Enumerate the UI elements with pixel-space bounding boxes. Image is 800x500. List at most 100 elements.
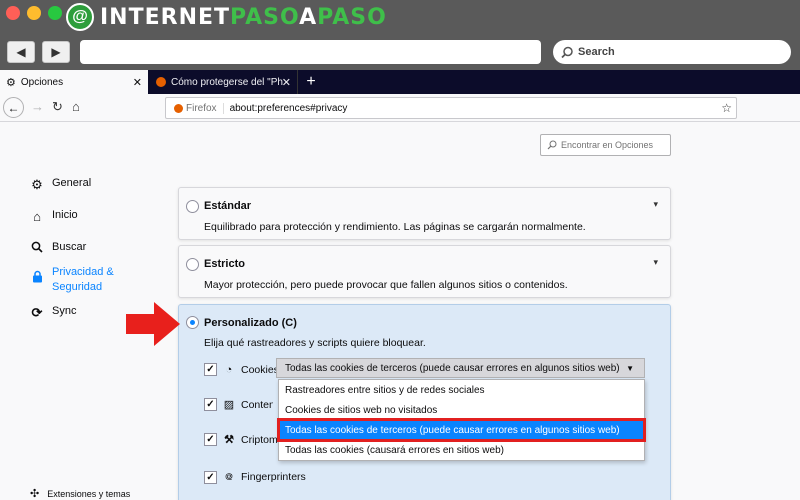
sidebar-item-extensiones[interactable]: ✣ Extensiones y temas (30, 487, 130, 500)
checkbox-row-cookies[interactable]: ✓ ◔ Cookies (204, 363, 279, 376)
brand-name-part: A (299, 4, 318, 30)
card-description: Equilibrado para protección y rendimient… (204, 221, 586, 233)
new-tab-button[interactable]: + (302, 70, 320, 94)
checkbox-label: Cookies (241, 363, 279, 376)
minimize-window-button[interactable] (27, 6, 41, 20)
card-strict[interactable]: Estricto Mayor protección, pero puede pr… (178, 245, 671, 298)
sidebar-item-privacidad[interactable]: Privacidad & Seguridad (30, 265, 114, 295)
checkbox-contenido[interactable]: ✓ (204, 398, 217, 411)
firefox-icon (156, 77, 166, 87)
close-icon[interactable]: ✕ (133, 76, 142, 89)
puzzle-icon: ✣ (30, 488, 40, 500)
checkbox-row-contenido[interactable]: ✓ ▨ Contenido (204, 398, 273, 411)
cookie-type-select[interactable]: Todas las cookies de terceros (puede cau… (276, 358, 645, 378)
lock-icon (30, 270, 44, 286)
select-value: Todas las cookies de terceros (puede cau… (285, 362, 620, 374)
checkbox-row-fingerprinters[interactable]: ✓ ᪤ Fingerprinters (204, 468, 306, 486)
triangle-left-icon: ◀ (16, 45, 26, 59)
outer-search-input[interactable]: Search (553, 40, 791, 64)
outer-back-button[interactable]: ◀ (7, 41, 35, 63)
brand-name-part: PASO (230, 4, 300, 30)
sidebar-item-inicio[interactable]: ⌂ Inicio (30, 209, 78, 224)
gear-icon: ⚙ (6, 76, 16, 89)
back-button[interactable]: ← (3, 97, 24, 118)
checkbox-label: Criptomineros (241, 433, 279, 446)
card-title: Estricto (204, 258, 245, 270)
sidebar-item-label: General (52, 177, 92, 189)
navigation-toolbar: ← → ↻ ⌂ Firefox about:preferences#privac… (0, 94, 800, 122)
find-in-options-input[interactable]: Encontrar en Opciones (540, 134, 671, 156)
close-icon[interactable]: ✕ (282, 76, 291, 89)
find-placeholder: Encontrar en Opciones (561, 140, 654, 150)
chevron-down-icon[interactable]: ▾ (653, 257, 658, 268)
gear-icon: ⚙ (31, 177, 43, 192)
dropdown-option[interactable]: Cookies de sitios web no visitados (279, 400, 644, 420)
sidebar-item-label: Inicio (52, 209, 78, 221)
sidebar-item-label: Extensiones y temas (47, 488, 131, 499)
reload-icon[interactable]: ↻ (52, 99, 63, 115)
radio-strict[interactable] (186, 258, 199, 271)
tracking-content-icon: ▨ (223, 399, 235, 411)
home-icon: ⌂ (33, 209, 41, 224)
cookie-type-dropdown: Rastreadores entre sitios y de redes soc… (277, 379, 646, 461)
sidebar-item-label: Seguridad (52, 281, 103, 293)
radio-standard[interactable] (186, 200, 199, 213)
sidebar-item-general[interactable]: ⚙ General (30, 177, 91, 193)
brand-name: INTERNETPASOAPASO (100, 5, 387, 30)
card-title: Estándar (204, 200, 252, 212)
card-description: Elija qué rastreadores y scripts quiere … (204, 337, 426, 349)
fingerprint-icon: ᪤ (225, 471, 233, 483)
outer-forward-button[interactable]: ▶ (42, 41, 70, 63)
brand-logo-icon: @ (66, 3, 94, 31)
search-icon (30, 241, 44, 256)
card-standard[interactable]: Estándar Equilibrado para protección y r… (178, 187, 671, 240)
arrow-right-icon[interactable]: → (31, 99, 44, 114)
card-description: Mayor protección, pero puede provocar qu… (204, 279, 568, 291)
sidebar-item-buscar[interactable]: Buscar (30, 241, 86, 256)
identity-box[interactable]: Firefox (174, 102, 224, 114)
sidebar-item-label: Privacidad & (52, 266, 114, 278)
dropdown-option[interactable]: Rastreadores entre sitios y de redes soc… (279, 380, 644, 400)
close-window-button[interactable] (6, 6, 20, 20)
sidebar-item-label: Sync (52, 305, 77, 317)
chevron-down-icon: ▼ (626, 363, 634, 373)
red-arrow-annotation (126, 302, 180, 346)
checkbox-row-criptomineros[interactable]: ✓ ⚒ Criptomineros (204, 433, 279, 446)
cookie-icon: ◔ (225, 363, 233, 376)
search-icon (547, 140, 557, 150)
chevron-down-icon[interactable]: ▾ (653, 199, 658, 210)
star-icon[interactable]: ☆ (721, 101, 732, 115)
arrow-left-icon: ← (7, 100, 20, 115)
tab-strip: ⚙ Opciones ✕ Cómo protegerse del "Phishi… (0, 70, 800, 94)
firefox-icon (174, 103, 183, 113)
dropdown-option[interactable]: Todas las cookies (causará errores en si… (279, 440, 644, 460)
search-label: Search (578, 46, 615, 58)
tab-opciones[interactable]: ⚙ Opciones ✕ (0, 70, 148, 94)
outer-url-input[interactable] (80, 40, 541, 64)
checkbox-label: Contenido (241, 398, 273, 411)
triangle-right-icon: ▶ (51, 45, 61, 59)
cryptominer-icon: ⚒ (224, 434, 234, 446)
tab-phishing[interactable]: Cómo protegerse del "Phishing" ✕ (148, 70, 298, 94)
tab-label: Opciones (20, 76, 64, 88)
sync-icon: ⟳ (31, 305, 43, 320)
address-bar[interactable]: Firefox about:preferences#privacy ☆ (165, 97, 737, 119)
radio-custom[interactable] (186, 316, 199, 329)
sidebar-item-sync[interactable]: ⟳ Sync (30, 305, 77, 321)
card-title: Personalizado (C) (204, 317, 297, 329)
brand-name-part: INTERNET (100, 4, 231, 30)
brand-name-part: PASO (317, 4, 387, 30)
dropdown-option-highlighted[interactable]: Todas las cookies de terceros (puede cau… (277, 418, 646, 442)
maximize-window-button[interactable] (48, 6, 62, 20)
checkbox-criptomineros[interactable]: ✓ (204, 433, 217, 446)
outer-window-chrome: @ INTERNETPASOAPASO ◀ ▶ Search (0, 0, 800, 70)
checkbox-cookies[interactable]: ✓ (204, 363, 217, 376)
search-icon (561, 46, 573, 58)
sidebar-item-label-group: Privacidad & Seguridad (52, 265, 114, 295)
site-logo: @ INTERNETPASOAPASO (66, 3, 387, 31)
checkbox-fingerprinters[interactable]: ✓ (204, 470, 217, 484)
home-icon[interactable]: ⌂ (72, 99, 80, 114)
checkbox-label: Fingerprinters (241, 471, 306, 483)
sidebar-item-label: Buscar (52, 241, 87, 253)
tab-label: Cómo protegerse del "Phishing" (171, 76, 283, 88)
